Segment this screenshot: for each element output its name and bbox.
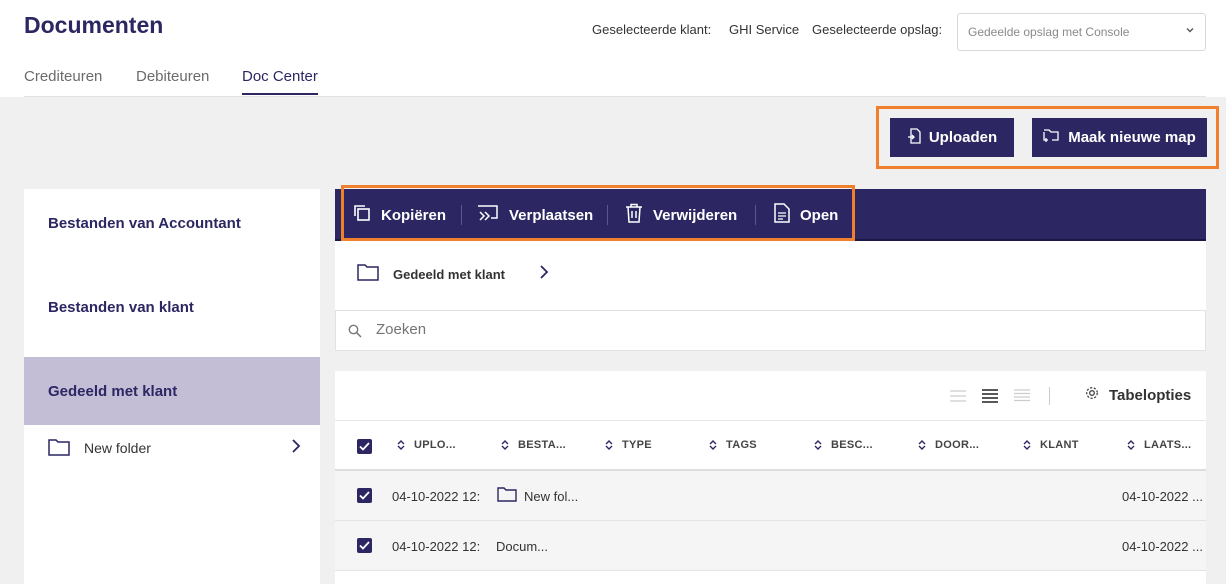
- sort-icon: [1127, 440, 1135, 450]
- tab-bar: Crediteuren Debiteuren Doc Center: [24, 68, 1206, 97]
- copy-button[interactable]: Kopiëren: [353, 203, 446, 227]
- table-options-label: Tabelopties: [1109, 386, 1192, 404]
- table-row[interactable]: 04-10-2022 12: New fol... 04-10-2022 ...: [335, 471, 1206, 521]
- toolbar-divider: [461, 205, 462, 225]
- sort-icon: [918, 440, 926, 450]
- select-all-checkbox[interactable]: [357, 439, 372, 454]
- normal-view-icon[interactable]: [981, 389, 999, 408]
- selected-client-value: GHI Service: [729, 22, 800, 37]
- open-button[interactable]: Open: [774, 203, 838, 227]
- page-title: Documenten: [24, 12, 164, 38]
- column-header-uploaded[interactable]: UPLO...: [397, 439, 456, 451]
- sort-icon: [814, 440, 822, 450]
- selected-client-label: Geselecteerde klant:: [592, 22, 712, 37]
- cell-file-name[interactable]: Docum...: [496, 539, 548, 554]
- table-options-button[interactable]: Tabelopties: [1085, 386, 1191, 404]
- file-toolbar: Kopiëren Verplaatsen Verwijderen Open: [335, 185, 1206, 241]
- upload-label: Uploaden: [928, 129, 998, 146]
- toolbar-divider: [755, 205, 756, 225]
- chevron-right-icon: [290, 438, 302, 457]
- copy-label: Kopiëren: [381, 206, 447, 224]
- column-header-tags[interactable]: TAGS: [709, 439, 757, 451]
- documents-panel: Kopiëren Verplaatsen Verwijderen Open Ge…: [335, 185, 1206, 584]
- sort-icon: [605, 440, 613, 450]
- trash-icon: [625, 203, 643, 227]
- copy-icon: [353, 204, 371, 226]
- tab-crediteuren[interactable]: Crediteuren: [24, 68, 102, 93]
- breadcrumb-item[interactable]: Gedeeld met klant: [393, 267, 505, 282]
- new-folder-button[interactable]: Maak nieuwe map: [1032, 118, 1207, 157]
- sort-icon: [397, 440, 405, 450]
- column-header-type[interactable]: TYPE: [605, 439, 652, 451]
- folder-icon: [357, 263, 379, 284]
- compact-view-icon[interactable]: [949, 389, 967, 408]
- column-header-client[interactable]: KLANT: [1023, 439, 1079, 451]
- new-folder-label: Maak nieuwe map: [1068, 129, 1196, 146]
- column-header-description[interactable]: BESC...: [814, 439, 873, 451]
- view-divider: [1049, 387, 1050, 405]
- chevron-right-icon: [539, 264, 549, 283]
- move-label: Verplaatsen: [509, 206, 594, 224]
- toolbar-divider: [607, 205, 608, 225]
- chevron-down-icon: [1185, 25, 1195, 38]
- sidebar-item-shared-with-client[interactable]: Gedeeld met klant: [24, 357, 320, 425]
- cell-uploaded: 04-10-2022 12:: [392, 489, 481, 504]
- sidebar-folder-item[interactable]: New folder: [48, 436, 301, 460]
- sidebar-item-accountant-files[interactable]: Bestanden van Accountant: [24, 189, 320, 257]
- content-area: Uploaden Maak nieuwe map Bestanden van A…: [0, 97, 1226, 584]
- page-header: Documenten Geselecteerde klant: GHI Serv…: [0, 0, 1226, 97]
- cell-uploaded: 04-10-2022 12:: [392, 539, 481, 554]
- cell-file-name[interactable]: New fol...: [524, 489, 578, 504]
- folder-icon: [497, 486, 517, 505]
- document-icon: [774, 203, 790, 227]
- table-controls: Tabelopties: [335, 371, 1206, 421]
- column-header-last-modified[interactable]: LAATS...: [1127, 439, 1191, 451]
- sidebar-item-client-files[interactable]: Bestanden van klant: [24, 273, 320, 341]
- search-icon: [348, 324, 362, 343]
- tab-debiteuren[interactable]: Debiteuren: [136, 68, 209, 93]
- upload-icon: [907, 127, 921, 148]
- gear-icon: [1085, 386, 1099, 404]
- selected-storage-label: Geselecteerde opslag:: [812, 22, 943, 37]
- delete-label: Verwijderen: [653, 206, 738, 224]
- open-label: Open: [800, 206, 839, 224]
- row-checkbox[interactable]: [357, 538, 372, 553]
- row-checkbox[interactable]: [357, 488, 372, 503]
- upload-button[interactable]: Uploaden: [890, 118, 1014, 157]
- search-input[interactable]: [376, 321, 1076, 338]
- column-header-by[interactable]: DOOR...: [918, 439, 979, 451]
- cell-last-modified: 04-10-2022 ...: [1122, 489, 1203, 504]
- sort-icon: [1023, 440, 1031, 450]
- table-row[interactable]: 04-10-2022 12: Docum... 04-10-2022 ...: [335, 521, 1206, 571]
- move-button[interactable]: Verplaatsen: [477, 203, 593, 227]
- delete-button[interactable]: Verwijderen: [625, 203, 737, 227]
- dense-view-icon[interactable]: [1013, 389, 1031, 408]
- search-bar: [335, 310, 1206, 351]
- new-folder-icon: [1043, 128, 1060, 147]
- tab-doc-center[interactable]: Doc Center: [242, 68, 318, 95]
- sort-icon: [501, 440, 509, 450]
- panel-separator: [335, 351, 1206, 371]
- storage-select[interactable]: Gedeelde opslag met Console: [957, 13, 1206, 51]
- sidebar: Bestanden van Accountant Bestanden van k…: [24, 189, 320, 584]
- column-header-file[interactable]: BESTA...: [501, 439, 566, 451]
- table-header: UPLO... BESTA... TYPE TAGS BESC... DOOR.…: [335, 421, 1206, 471]
- sidebar-folder-label: New folder: [84, 440, 151, 456]
- cell-last-modified: 04-10-2022 ...: [1122, 539, 1203, 554]
- sort-icon: [709, 440, 717, 450]
- folder-icon: [48, 438, 70, 459]
- storage-select-value: Gedeelde opslag met Console: [968, 25, 1130, 39]
- move-icon: [477, 204, 499, 226]
